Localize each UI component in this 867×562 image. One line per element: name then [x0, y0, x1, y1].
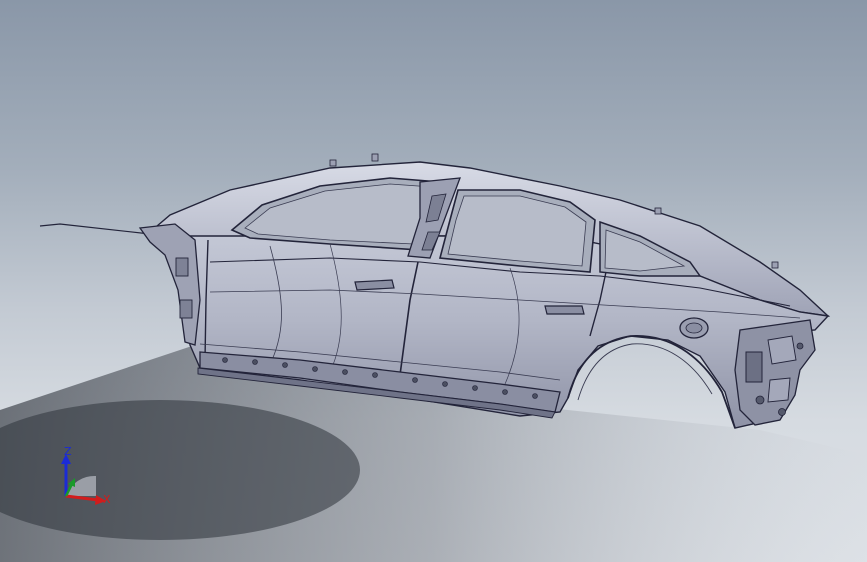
a-pillar-hinge-area	[138, 223, 201, 346]
hinge-lower	[179, 299, 193, 319]
front-door-handle	[354, 279, 395, 291]
cad-graphics-viewport[interactable]: Z X	[0, 0, 867, 562]
coordinate-triad: Z X	[48, 444, 118, 514]
x-axis-label: X	[103, 493, 111, 506]
rear-quarter-hole-1	[755, 395, 765, 405]
front-flange-wire	[39, 223, 151, 235]
rear-door-handle	[544, 305, 585, 315]
rear-quarter-hole-3	[796, 342, 804, 350]
z-axis-label: Z	[64, 445, 72, 458]
hinge-upper	[175, 257, 189, 277]
fuel-door-inner	[685, 322, 703, 334]
rear-quarter-hole-2	[778, 408, 786, 416]
car-body-side-model[interactable]	[0, 0, 867, 562]
rear-quarter-slot	[745, 351, 763, 383]
